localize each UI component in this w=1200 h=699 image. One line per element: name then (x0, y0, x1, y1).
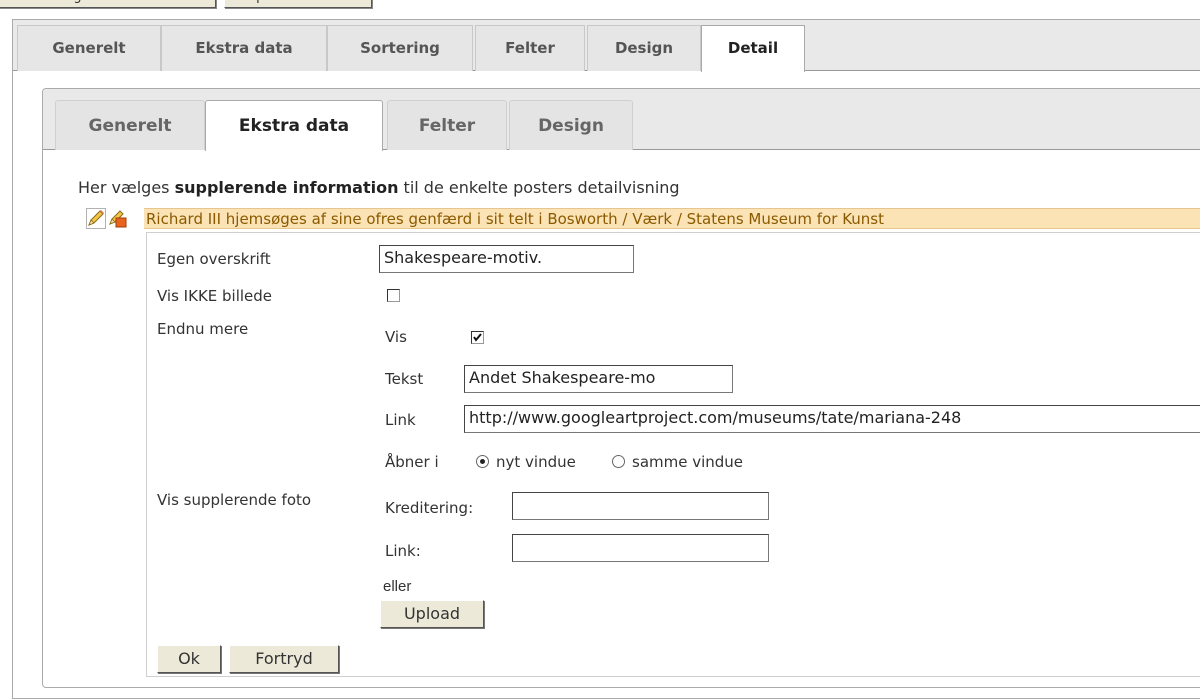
text-label: Tekst (385, 370, 424, 388)
tab-detail[interactable]: Detail (701, 25, 805, 72)
item-title-link[interactable]: Richard III hjemsøges af sine ofres genf… (144, 208, 1200, 229)
photo-link-label: Link: (385, 542, 421, 560)
tab-felter[interactable]: Felter (475, 25, 585, 71)
main-tab-strip: Generelt Ekstra data Sortering Felter De… (13, 20, 1200, 72)
or-label: eller (383, 578, 412, 595)
link-input[interactable]: http://www.googleartproject.com/museums/… (464, 405, 1200, 433)
intro-text: Her vælges supplerende information til d… (78, 178, 680, 197)
same-window-radio[interactable] (612, 455, 625, 468)
tab-sortering[interactable]: Sortering (327, 25, 473, 71)
own-heading-label: Egen overskrift (157, 250, 271, 268)
cancel-button[interactable]: Fortryd (229, 645, 339, 673)
ok-button[interactable]: Ok (157, 645, 221, 673)
preview-button[interactable]: Vis preview (224, 0, 372, 8)
tab-generelt[interactable]: Generelt (17, 25, 161, 71)
photo-link-input[interactable] (512, 534, 769, 562)
detail-tab-strip: Generelt Ekstra data Felter Design (43, 89, 1200, 151)
extra-photo-label: Vis supplerende foto (157, 491, 312, 509)
check-icon (473, 333, 482, 342)
own-heading-input[interactable]: Shakespeare-motiv. (379, 245, 634, 273)
detail-tab-generelt[interactable]: Generelt (55, 100, 205, 150)
detail-tab-felter[interactable]: Felter (387, 100, 507, 150)
new-window-radio[interactable] (476, 455, 489, 468)
intro-bold: supplerende information (174, 178, 399, 197)
detail-tab-design[interactable]: Design (509, 100, 633, 150)
tab-design[interactable]: Design (587, 25, 701, 71)
save-config-button[interactable]: Gem konfiguration (0, 0, 216, 8)
tab-ekstra-data[interactable]: Ekstra data (161, 25, 327, 71)
pencil-icon[interactable] (86, 208, 106, 229)
show-checkbox[interactable] (471, 331, 484, 344)
show-label: Vis (385, 328, 407, 346)
detail-tab-ekstra-data[interactable]: Ekstra data (205, 100, 383, 151)
same-window-label: samme vindue (632, 453, 744, 471)
hide-image-label: Vis IKKE billede (157, 287, 273, 305)
upload-button[interactable]: Upload (380, 600, 484, 628)
hide-image-checkbox[interactable] (387, 289, 400, 302)
more-label: Endnu mere (157, 320, 249, 338)
text-input[interactable]: Andet Shakespeare-mo (464, 365, 733, 393)
credit-input[interactable] (512, 492, 769, 520)
edit-pencil-icon[interactable] (108, 208, 128, 229)
link-label: Link (385, 411, 416, 429)
credit-label: Kreditering: (385, 499, 474, 517)
opens-in-label: Åbner i (385, 453, 439, 471)
intro-suffix: til de enkelte posters detailvisning (398, 178, 680, 197)
intro-prefix: Her vælges (78, 178, 175, 197)
new-window-label: nyt vindue (496, 453, 576, 471)
